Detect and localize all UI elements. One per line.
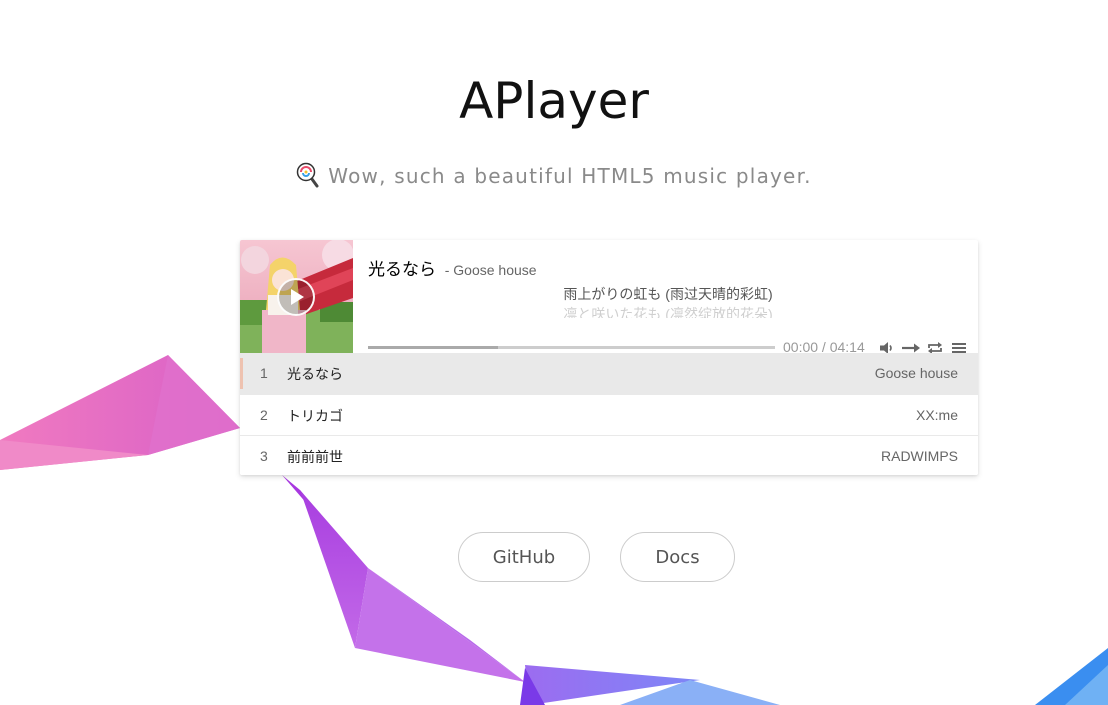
aplayer: 光るなら - Goose house 雨上がりの虹も (雨过天晴的彩虹) 凛と咲… — [240, 240, 978, 475]
page-title: APlayer — [459, 72, 649, 130]
now-playing-title: 光るなら — [368, 260, 436, 279]
playlist-item-index: 1 — [260, 365, 268, 381]
docs-button[interactable]: Docs — [620, 532, 735, 582]
lyric-current: 雨上がりの虹も (雨过天晴的彩虹) — [563, 286, 773, 302]
playlist-item-index: 3 — [260, 448, 268, 464]
album-cover[interactable] — [240, 240, 353, 353]
playlist-item-title: 光るなら — [287, 366, 343, 382]
playlist: 1 光るなら Goose house 2 トリカゴ XX:me 3 前前前世 R… — [240, 353, 978, 475]
play-button[interactable] — [277, 278, 315, 316]
lyrics-panel: 雨上がりの虹も (雨过天晴的彩虹) 凛と咲いた花も (凛然绽放的花朵) — [368, 284, 968, 318]
playlist-item-index: 2 — [260, 407, 268, 423]
playlist-item[interactable]: 2 トリカゴ XX:me — [240, 394, 978, 435]
play-icon — [291, 289, 304, 305]
playlist-item[interactable]: 3 前前前世 RADWIMPS — [240, 435, 978, 475]
playlist-item-title: トリカゴ — [287, 408, 343, 424]
subtitle-text: Wow, such a beautiful HTML5 music player… — [328, 164, 812, 188]
lyric-next: 凛と咲いた花も (凛然绽放的花朵) — [563, 306, 773, 318]
playlist-item-artist: Goose house — [874, 365, 958, 381]
now-playing-author: - Goose house — [444, 262, 537, 278]
playlist-item-title: 前前前世 — [287, 449, 343, 465]
progress-loaded — [368, 346, 499, 349]
github-button[interactable]: GitHub — [458, 532, 590, 582]
progress-bar[interactable] — [368, 346, 775, 350]
page-subtitle: Wow, such a beautiful HTML5 music player… — [0, 162, 1108, 193]
playlist-item-artist: RADWIMPS — [881, 448, 958, 464]
playlist-item-artist: XX:me — [915, 407, 958, 423]
now-playing: 光るなら - Goose house — [368, 255, 537, 280]
playlist-item[interactable]: 1 光るなら Goose house — [240, 353, 978, 394]
lollipop-icon — [296, 162, 320, 193]
player-info: 光るなら - Goose house 雨上がりの虹も (雨过天晴的彩虹) 凛と咲… — [368, 254, 968, 355]
